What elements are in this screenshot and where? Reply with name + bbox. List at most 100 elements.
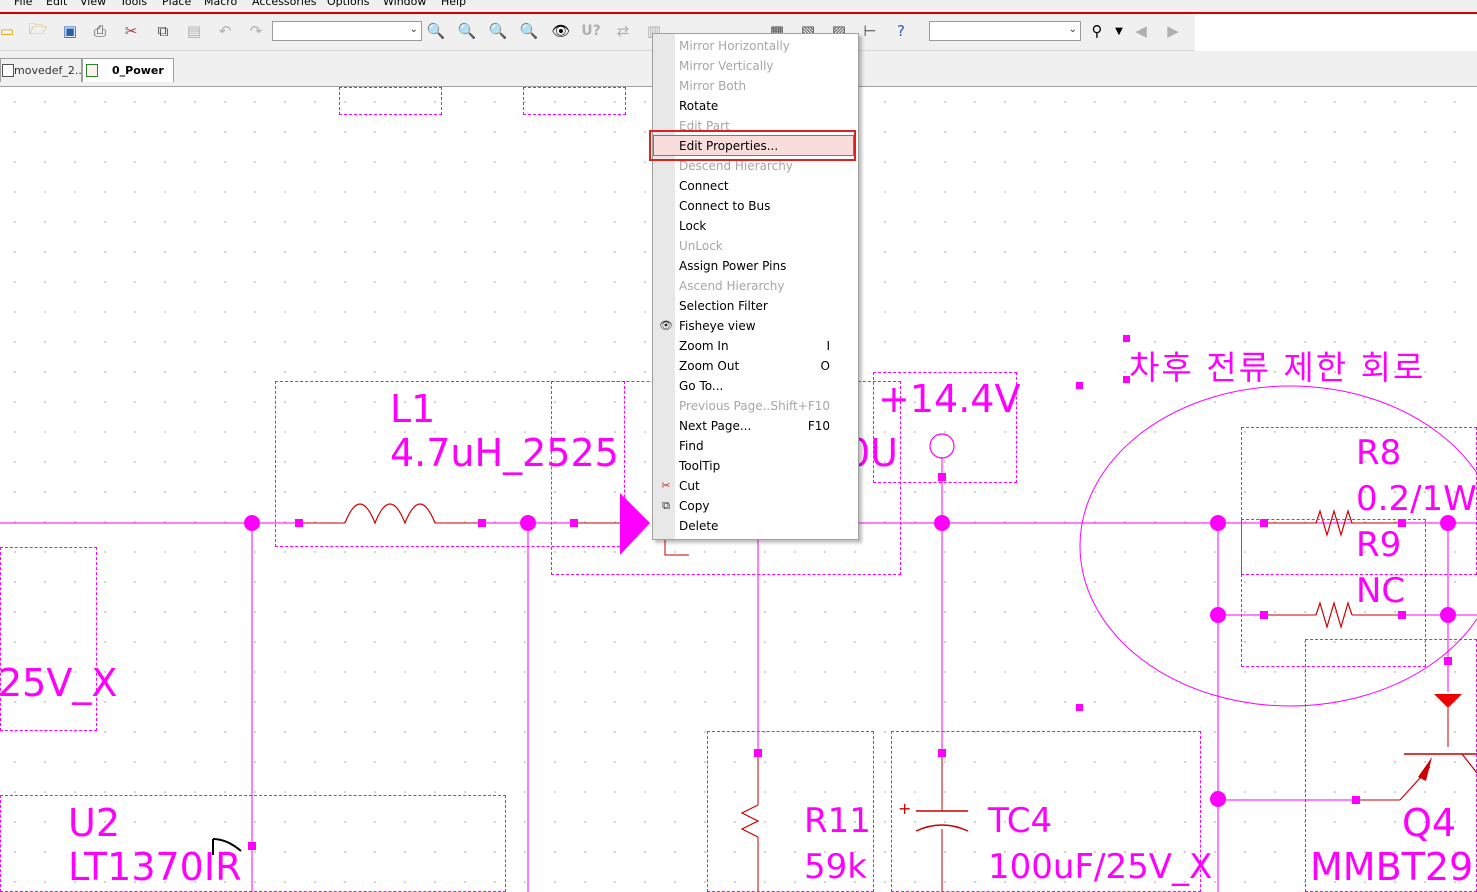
menu-item-ascend-hierarchy[interactable]: Ascend Hierarchy — [679, 276, 854, 296]
menu-place[interactable]: Place — [162, 0, 191, 8]
menu-item-label: Assign Power Pins — [679, 259, 787, 273]
pin-marker — [1398, 611, 1406, 619]
tab-0-power[interactable]: 0_Power — [82, 58, 174, 82]
zoom-out-icon[interactable]: 🔍 — [456, 20, 478, 42]
pin-marker — [478, 519, 486, 527]
net-14v-label: +14.4V — [878, 377, 1021, 421]
menu-item-go-to[interactable]: Go To... — [679, 376, 854, 396]
binoculars-icon[interactable]: ⚲ — [1086, 20, 1108, 42]
tab-label: 0_Power — [112, 64, 164, 77]
menu-edit[interactable]: Edit — [46, 0, 67, 8]
part-combo[interactable]: ⌄ — [272, 21, 422, 41]
r11-value-label: 59k — [804, 847, 867, 887]
undo-icon[interactable]: ↶ — [214, 20, 236, 42]
schematic-page-icon — [2, 64, 14, 77]
menu-item-shortcut: O — [820, 359, 830, 373]
tc4-ref-label: TC4 — [988, 801, 1053, 841]
q4-ref-label: Q4 — [1402, 801, 1457, 845]
menu-item-label: Cut — [679, 479, 700, 493]
zoom-all-icon[interactable]: 🔍 — [518, 20, 540, 42]
menu-item-connect[interactable]: Connect — [679, 176, 854, 196]
pin-marker — [1260, 611, 1268, 619]
menu-item-rotate[interactable]: Rotate — [679, 96, 854, 116]
menu-item-copy[interactable]: ⧉ Copy — [662, 496, 854, 516]
chevron-down-icon[interactable]: ▼ — [1108, 20, 1130, 42]
menu-item-label: Go To... — [679, 379, 724, 393]
menu-file[interactable]: File — [14, 0, 32, 8]
pin-marker — [1444, 657, 1452, 665]
menu-item-zoom-in[interactable]: Zoom In I — [679, 336, 854, 356]
next-icon[interactable]: ▶ — [1162, 20, 1184, 42]
menu-item-label: Delete — [679, 519, 719, 533]
copy-icon[interactable]: ⧉ — [152, 20, 174, 42]
menu-item-find[interactable]: Find — [679, 436, 854, 456]
menu-options[interactable]: Options — [327, 0, 369, 8]
annotate-icon[interactable]: U? — [580, 20, 602, 42]
menu-item-selection-filter[interactable]: Selection Filter — [679, 296, 854, 316]
menu-item-unlock[interactable]: UnLock — [679, 236, 854, 256]
menu-bar: File Edit View Tools Place Macro Accesso… — [0, 0, 1477, 14]
r9-value-label: NC — [1356, 571, 1406, 611]
open-icon[interactable]: 🗁 — [27, 20, 49, 42]
selection-handle[interactable] — [1076, 382, 1083, 389]
menu-item-label: Fisheye view — [679, 319, 756, 333]
hierarchy-icon[interactable]: ⊢ — [859, 20, 881, 42]
menu-item-label: Ascend Hierarchy — [679, 279, 785, 293]
menu-item-label: ToolTip — [679, 459, 721, 473]
menu-item-label: Rotate — [679, 99, 719, 113]
zoom-area-icon[interactable]: 🔍 — [487, 20, 509, 42]
chevron-down-icon: ⌄ — [1068, 24, 1077, 35]
menu-macro[interactable]: Macro — [204, 0, 237, 8]
redo-icon[interactable]: ↷ — [245, 20, 267, 42]
menu-accessories[interactable]: Accessories — [252, 0, 316, 8]
menu-item-mirror-vertically[interactable]: Mirror Vertically — [679, 56, 854, 76]
menu-item-next-page[interactable]: Next Page... F10 — [679, 416, 854, 436]
menu-item-delete[interactable]: Delete — [679, 516, 854, 536]
previous-icon[interactable]: ◀ — [1130, 20, 1152, 42]
menu-item-label: Descend Hierarchy — [679, 159, 793, 173]
save-icon[interactable]: ▣ — [59, 20, 81, 42]
l1-value-label: 4.7uH_2525 — [390, 431, 619, 475]
component-box[interactable] — [523, 87, 626, 115]
zoom-in-icon[interactable]: 🔍 — [425, 20, 447, 42]
search-combo[interactable]: ⌄ — [929, 21, 1081, 41]
fisheye-icon[interactable]: 👁 — [550, 20, 572, 42]
selection-handle[interactable] — [1076, 704, 1083, 711]
pin-marker — [295, 519, 303, 527]
menu-item-shortcut: Shift+F10 — [770, 399, 830, 413]
junction-dot — [520, 515, 536, 531]
menu-item-label: Mirror Horizontally — [679, 39, 790, 53]
menu-item-label: Find — [679, 439, 704, 453]
junction-dot — [934, 515, 950, 531]
menu-item-label: Selection Filter — [679, 299, 768, 313]
menu-item-lock[interactable]: Lock — [679, 216, 854, 236]
cut-icon[interactable]: ✂ — [120, 20, 142, 42]
menu-tools[interactable]: Tools — [120, 0, 147, 8]
junction-dot — [244, 515, 260, 531]
menu-item-shortcut: I — [826, 339, 830, 353]
menu-item-cut[interactable]: ✂ Cut — [661, 476, 854, 496]
menu-item-fisheye-view[interactable]: 👁 Fisheye view — [659, 316, 854, 336]
menu-item-assign-power-pins[interactable]: Assign Power Pins — [679, 256, 854, 276]
menu-help[interactable]: Help — [441, 0, 466, 8]
new-icon[interactable]: ▭ — [0, 20, 18, 42]
menu-item-zoom-out[interactable]: Zoom Out O — [679, 356, 854, 376]
cap-left-value-label: 25V_X — [0, 661, 118, 705]
print-icon[interactable]: ⎙ — [89, 20, 111, 42]
q4-value-label: MMBT29 — [1310, 845, 1474, 889]
menu-item-previous-page[interactable]: Previous Page... Shift+F10 — [679, 396, 854, 416]
menu-item-mirror-horizontally[interactable]: Mirror Horizontally — [679, 36, 854, 56]
menu-item-tooltip[interactable]: ToolTip — [679, 456, 854, 476]
tab-movedef[interactable]: movedef_2... — [0, 58, 85, 82]
help-icon[interactable]: ? — [890, 20, 912, 42]
paste-icon[interactable]: ▤ — [183, 20, 205, 42]
junction-dot — [1440, 607, 1456, 623]
menu-item-mirror-both[interactable]: Mirror Both — [679, 76, 854, 96]
component-box[interactable] — [339, 87, 442, 115]
highlight-annotation-box — [649, 130, 856, 161]
menu-view[interactable]: View — [80, 0, 106, 8]
menu-item-connect-to-bus[interactable]: Connect to Bus — [679, 196, 854, 216]
menu-window[interactable]: Window — [383, 0, 426, 8]
toolbar: ▭ 🗁 ▣ ⎙ ✂ ⧉ ▤ ↶ ↷ ⌄ 🔍 🔍 🔍 🔍 👁 U? ⇄ ▥ ▦ ▧… — [0, 14, 1195, 51]
back-annotate-icon[interactable]: ⇄ — [612, 20, 634, 42]
